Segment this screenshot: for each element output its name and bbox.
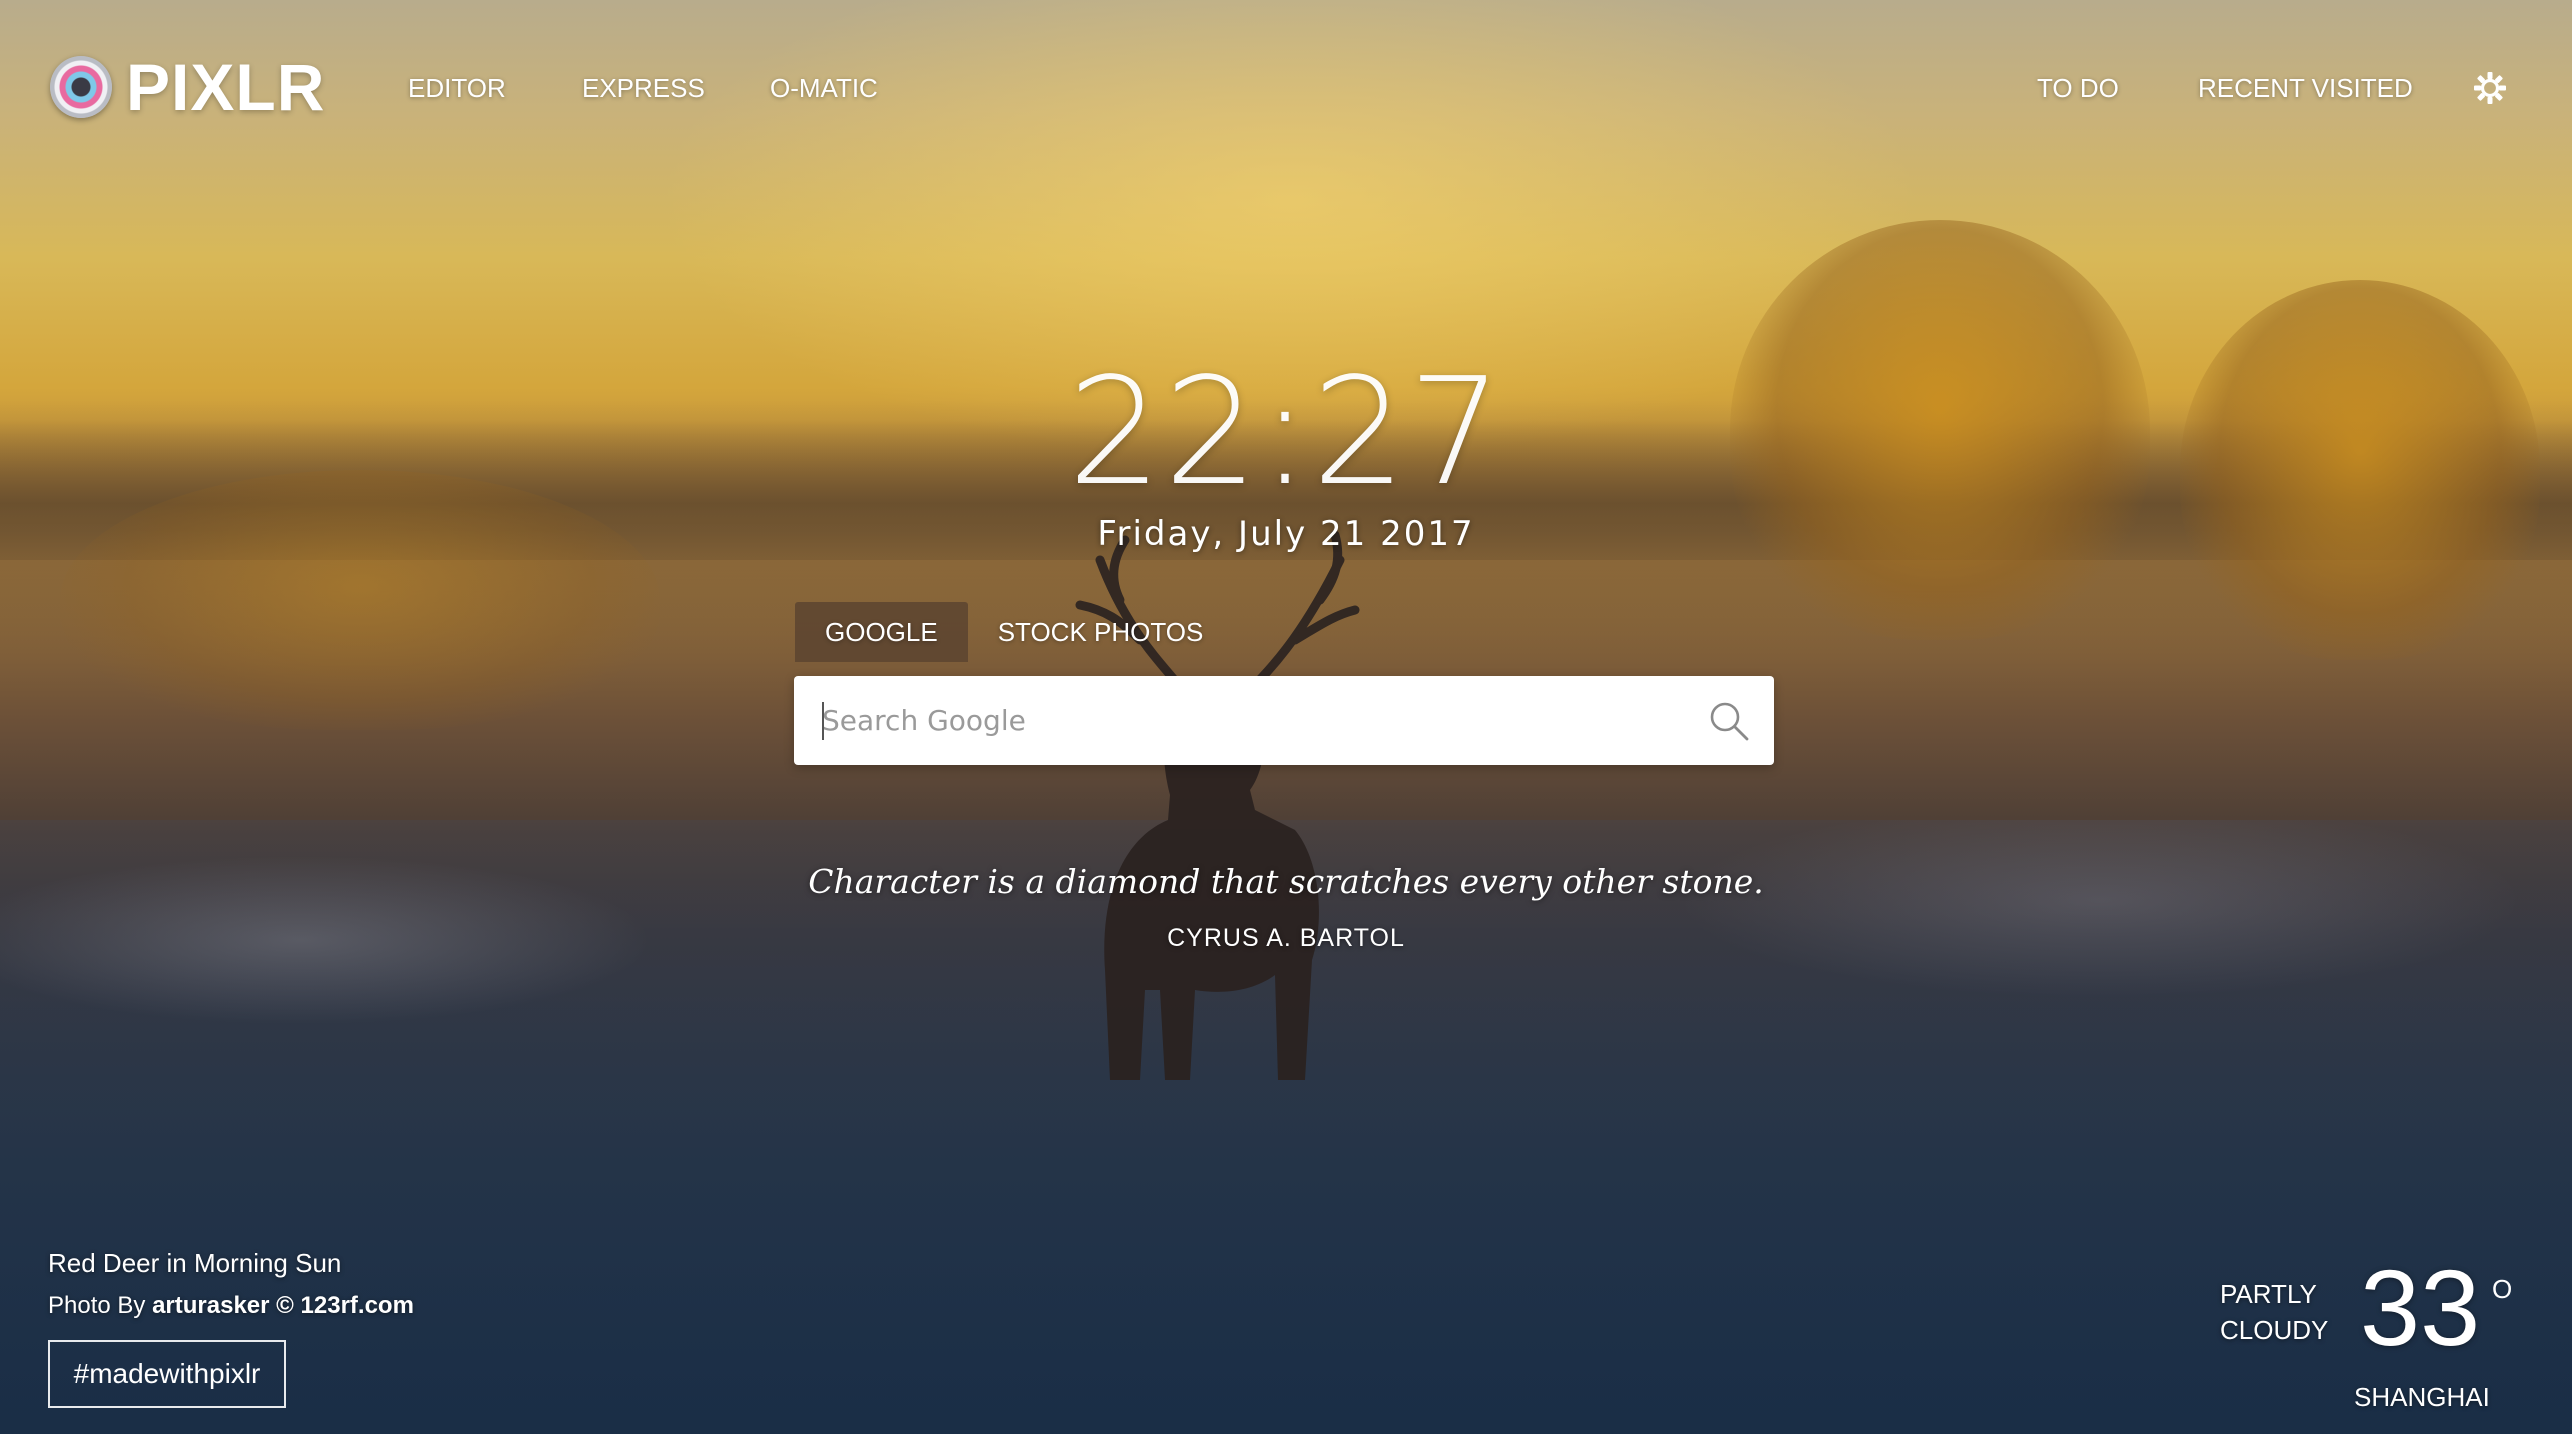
weather-condition-line1: PARTLY: [2220, 1279, 2317, 1309]
photographer-link[interactable]: arturasker: [152, 1292, 269, 1319]
search-button[interactable]: [1706, 698, 1752, 744]
clock-date: Friday, July 21 2017: [1097, 514, 1475, 554]
search-engine-tabs: GOOGLE STOCK PHOTOS: [795, 602, 1233, 662]
text-cursor: [822, 702, 824, 740]
daily-quote: Character is a diamond that scratches ev…: [808, 862, 1764, 901]
camera-lens-icon: [50, 56, 112, 118]
weather-city: SHANGHAI: [2354, 1382, 2490, 1412]
weather-temperature: 33: [2360, 1247, 2481, 1368]
madewithpixlr-button[interactable]: #madewithpixlr: [48, 1340, 286, 1408]
photo-credit: Photo By arturasker © 123rf.com: [48, 1292, 414, 1320]
tab-stock-photos[interactable]: STOCK PHOTOS: [968, 602, 1234, 662]
search-box: [794, 676, 1774, 765]
photo-title: Red Deer in Morning Sun: [48, 1248, 342, 1278]
new-tab-page: PIXLR EDITOR EXPRESS O-MATIC TO DO RECEN…: [0, 0, 2572, 1434]
tab-google[interactable]: GOOGLE: [795, 602, 968, 662]
quote-author: CYRUS A. BARTOL: [1167, 924, 1405, 952]
degree-symbol: O: [2492, 1274, 2513, 1304]
photo-source-link[interactable]: © 123rf.com: [276, 1292, 414, 1319]
nav-recent-visited-link[interactable]: RECENT VISITED: [2198, 70, 2413, 106]
photo-credit-prefix: Photo By: [48, 1292, 146, 1319]
brand-name: PIXLR: [126, 50, 326, 124]
clock-time: 22:27: [1067, 346, 1505, 518]
gear-icon: [2474, 72, 2506, 104]
nav-editor-link[interactable]: EDITOR: [408, 70, 506, 106]
search-input[interactable]: [822, 676, 1662, 765]
pixlr-logo[interactable]: PIXLR: [50, 50, 325, 124]
weather-condition-line2: CLOUDY: [2220, 1315, 2329, 1345]
search-icon: [1710, 702, 1749, 741]
nav-express-link[interactable]: EXPRESS: [582, 70, 705, 106]
background-field: [0, 820, 2572, 1434]
nav-omatic-link[interactable]: O-MATIC: [770, 70, 878, 106]
nav-todo-link[interactable]: TO DO: [2037, 70, 2119, 106]
settings-button[interactable]: [2472, 70, 2508, 106]
weather-condition: PARTLY CLOUDY: [2220, 1276, 2328, 1348]
